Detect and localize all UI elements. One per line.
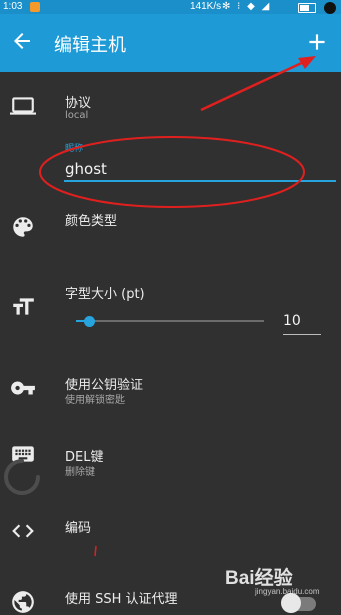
watermark-brand: Bai经验	[225, 568, 293, 589]
font-size-slider-track[interactable]	[76, 320, 264, 322]
del-key-row[interactable]: DEL键 删除键	[0, 445, 341, 495]
corner-dot	[324, 2, 336, 14]
system-status-icons: ✻ ⁝ ◆ ◢	[222, 1, 272, 12]
del-key-sub: 删除键	[65, 467, 95, 478]
plus-icon[interactable]	[304, 29, 330, 55]
status-bar: 1:03 141K/s ✻ ⁝ ◆ ◢	[0, 0, 341, 14]
status-time: 1:03	[3, 1, 23, 12]
agent-icon	[12, 591, 34, 613]
ssh-agent-label: 使用 SSH 认证代理	[65, 592, 178, 607]
pubkey-auth-sub: 使用解锁密匙	[65, 395, 125, 406]
encoding-label: 编码	[65, 521, 92, 536]
pubkey-auth-row[interactable]: 使用公钥验证 使用解锁密匙	[0, 372, 341, 412]
color-scheme-row[interactable]: 颜色类型	[0, 206, 341, 246]
font-size-label: 字型大小 (pt)	[65, 287, 145, 302]
key-icon	[11, 381, 35, 395]
color-scheme-label: 颜色类型	[65, 214, 118, 229]
protocol-row[interactable]: 协议 local	[0, 90, 341, 130]
arrow-left-icon[interactable]	[10, 29, 34, 53]
nickname-input[interactable]	[64, 158, 336, 182]
loading-spinner-icon	[4, 459, 40, 495]
text-size-icon	[13, 298, 34, 315]
font-size-row: 字型大小 (pt)	[0, 283, 341, 339]
nickname-label: 昵称	[65, 144, 84, 154]
code-icon	[12, 524, 34, 538]
watermark: Bai经验 jingyan.baidu.com	[225, 563, 337, 603]
palette-icon	[13, 217, 33, 237]
laptop-icon	[10, 97, 36, 115]
watermark-site: jingyan.baidu.com	[255, 587, 320, 596]
font-size-slider-thumb[interactable]	[83, 316, 95, 327]
app-bar: 编辑主机	[0, 14, 341, 72]
encoding-row[interactable]: 编码	[0, 516, 341, 556]
battery-icon	[298, 3, 316, 13]
font-size-value-underline	[283, 334, 321, 335]
protocol-label: 协议	[65, 96, 92, 111]
protocol-value: local	[65, 110, 89, 121]
font-size-value[interactable]: 10	[283, 313, 301, 329]
network-speed: 141K/s	[190, 1, 222, 12]
page-title: 编辑主机	[54, 35, 126, 56]
notification-icon	[30, 2, 40, 12]
